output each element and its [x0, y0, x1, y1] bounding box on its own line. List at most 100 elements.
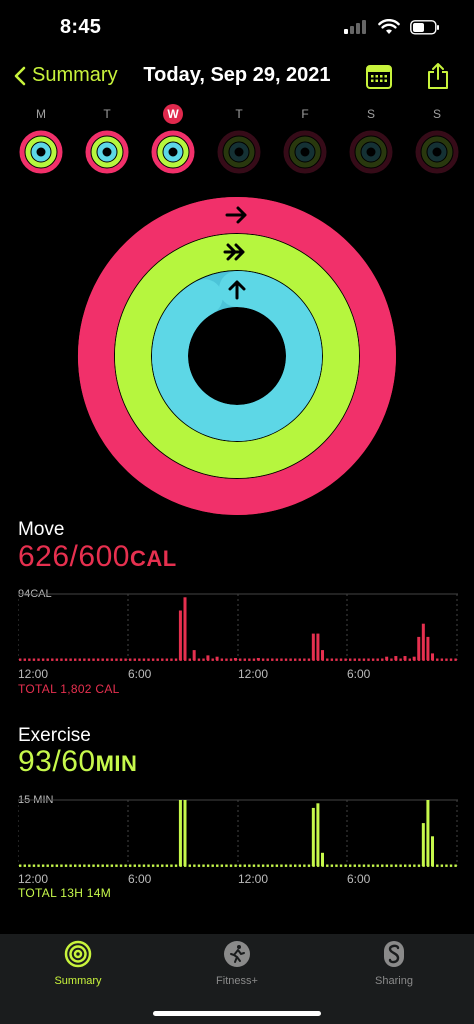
day-ring: [295, 142, 315, 162]
chart-bar: [178, 800, 182, 866]
chart-baseline-dot: [225, 864, 228, 867]
tab-sharing[interactable]: Sharing: [344, 940, 444, 987]
day-letter: S: [366, 107, 375, 121]
day-0[interactable]: M: [16, 104, 66, 181]
chart-baseline-dot: [138, 658, 141, 661]
chart-baseline-dot: [298, 864, 301, 867]
chart-baseline-dot: [399, 864, 402, 867]
day-1[interactable]: T: [82, 104, 132, 181]
chart-baseline-dot: [390, 658, 393, 661]
chart-baseline-dot: [188, 864, 191, 867]
chart-baseline-dot: [261, 864, 265, 867]
day-mini-rings: [283, 130, 327, 174]
chart-baseline-dot: [239, 658, 242, 661]
chart-baseline-dot: [445, 658, 448, 661]
chart-baseline-dot: [69, 658, 72, 661]
chart-baseline-dot: [339, 658, 343, 661]
day-ring: [31, 142, 51, 162]
chart-bar: [403, 656, 407, 660]
tab-summary[interactable]: Summary: [28, 940, 128, 987]
back-button[interactable]: Summary: [14, 64, 118, 87]
chart-baseline-dot: [376, 658, 379, 661]
chart-baseline-dot: [92, 864, 95, 867]
move-chart: [18, 593, 458, 661]
chart-baseline-dot: [142, 658, 146, 661]
chart-baseline-dot: [440, 864, 444, 867]
chart-baseline-dot: [51, 658, 54, 661]
chart-baseline-dot: [358, 864, 361, 867]
move-value-unit: CAL: [129, 546, 177, 571]
chart-baseline-dot: [261, 658, 265, 661]
chart-bar: [421, 823, 425, 866]
chart-baseline-dot: [193, 864, 196, 867]
chart-baseline-dot: [408, 864, 411, 867]
chart-baseline-dot: [69, 864, 72, 867]
tab-fitness-plus[interactable]: Fitness+: [187, 940, 287, 987]
chart-baseline-dot: [298, 658, 301, 661]
chart-baseline-dot: [220, 658, 224, 661]
exercise-tick-1: 12:00: [18, 872, 49, 886]
chart-baseline-dot: [307, 658, 311, 661]
chart-baseline-dot: [248, 658, 251, 661]
chart-baseline-dot: [353, 864, 356, 867]
chart-baseline-dot: [197, 864, 201, 867]
chart-baseline-dot: [339, 864, 343, 867]
move-tick-1: 12:00: [18, 667, 49, 681]
chart-baseline-dot: [307, 864, 311, 867]
day-2[interactable]: W: [148, 104, 198, 181]
chart-bar: [215, 656, 219, 660]
chart-bar: [233, 658, 237, 660]
chart-baseline-dot: [64, 864, 68, 867]
chart-baseline-dot: [60, 864, 63, 867]
wifi-icon: [378, 19, 400, 34]
chart-baseline-dot: [408, 658, 411, 661]
day-ring: [163, 142, 183, 162]
chart-baseline-dot: [106, 864, 109, 867]
calendar-button[interactable]: [366, 65, 392, 94]
activity-rings-icon: [64, 940, 92, 968]
chart-baseline-dot: [371, 658, 375, 661]
day-3[interactable]: T: [214, 104, 264, 181]
exercise-chart: [18, 799, 458, 867]
chart-baseline-dot: [440, 658, 444, 661]
chart-baseline-dot: [151, 864, 155, 867]
week-selector: MTWTFSS: [16, 104, 460, 174]
move-tick-3: 12:00: [238, 667, 269, 681]
chart-baseline-dot: [266, 864, 269, 867]
day-4[interactable]: F: [280, 104, 330, 181]
chart-baseline-dot: [353, 658, 356, 661]
tab-fitness-plus-label: Fitness+: [216, 975, 258, 987]
chart-baseline-dot: [252, 864, 256, 867]
back-label: Summary: [32, 64, 118, 86]
chart-baseline-dot: [220, 864, 224, 867]
chart-bar: [183, 597, 187, 660]
day-letter: W: [148, 104, 198, 124]
chart-baseline-dot: [119, 658, 123, 661]
chart-baseline-dot: [362, 658, 366, 661]
day-6[interactable]: S: [412, 104, 462, 181]
chart-bar: [412, 656, 416, 660]
chart-baseline-dot: [454, 864, 457, 867]
chart-baseline-dot: [326, 658, 329, 661]
share-button[interactable]: [426, 62, 450, 95]
day-letter: T: [103, 107, 111, 121]
exercise-value-unit: MIN: [95, 751, 138, 776]
status-time: 8:45: [60, 16, 102, 38]
chart-baseline-dot: [133, 658, 136, 661]
chart-bar: [426, 800, 430, 866]
day-ring: [361, 142, 381, 162]
running-figure-icon: [224, 941, 250, 967]
chart-baseline-dot: [19, 864, 22, 867]
chart-baseline-dot: [37, 658, 40, 661]
chart-baseline-dot: [55, 864, 59, 867]
chevron-left-icon: [14, 66, 26, 85]
chart-baseline-dot: [358, 658, 361, 661]
chart-baseline-dot: [106, 658, 109, 661]
chart-baseline-dot: [294, 658, 297, 661]
day-5[interactable]: S: [346, 104, 396, 181]
chart-baseline-dot: [330, 658, 334, 661]
chart-baseline-dot: [243, 658, 246, 661]
chart-baseline-dot: [243, 864, 246, 867]
chart-baseline-dot: [303, 658, 306, 661]
chart-baseline-dot: [147, 658, 150, 661]
